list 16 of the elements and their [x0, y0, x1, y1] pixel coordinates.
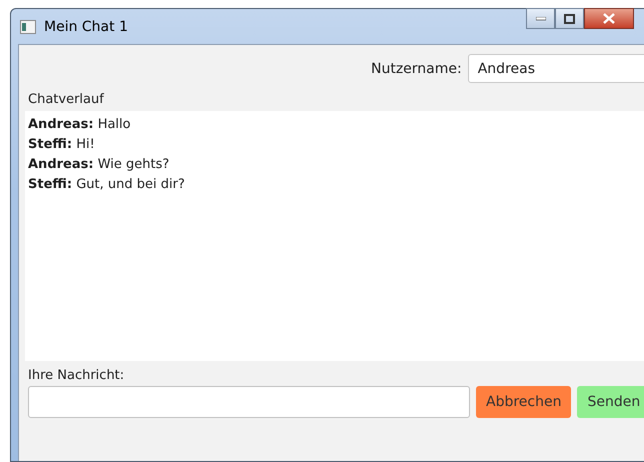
chat-message: Steffi: Gut, und bei dir?	[28, 176, 186, 194]
username-field[interactable]: Andreas	[468, 54, 644, 83]
close-icon[interactable]	[584, 8, 634, 29]
maximize-icon[interactable]	[555, 8, 584, 29]
chat-message: Steffi: Hi!	[28, 136, 96, 154]
message-field[interactable]	[28, 386, 470, 418]
cancel-button[interactable]: Abbrechen	[476, 386, 572, 418]
chat-history-label: Chatverlauf	[27, 91, 106, 107]
window-title: Mein Chat 1	[44, 18, 128, 34]
chat-message: Andreas: Hallo	[28, 116, 132, 134]
send-button[interactable]: Senden	[577, 386, 644, 418]
app-icon	[20, 20, 36, 34]
message-label: Ihre Nachricht:	[27, 367, 126, 382]
minimize-icon[interactable]	[526, 8, 555, 29]
chat-message: Andreas: Wie gehts?	[28, 156, 170, 174]
username-label: Nutzername:	[371, 60, 462, 76]
